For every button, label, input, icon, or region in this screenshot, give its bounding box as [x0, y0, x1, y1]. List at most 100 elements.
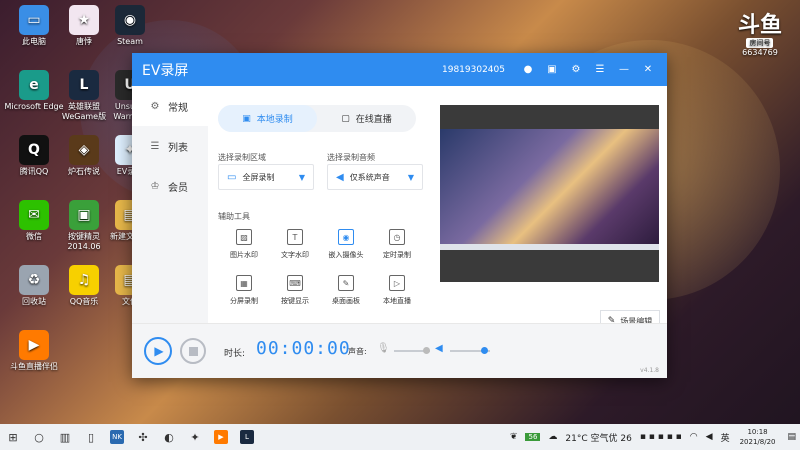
tool-label: 分屏录制 — [230, 297, 258, 305]
tab-label: 本地录制 — [256, 115, 293, 125]
recycle-bin-icon: ♻ — [19, 265, 49, 295]
list-icon: ☰ — [150, 140, 160, 152]
windows-start-icon[interactable]: ⊞ — [0, 424, 26, 450]
tools-label: 辅助工具 — [218, 212, 250, 221]
version-label: v4.1.8 — [640, 367, 659, 374]
mic-volume-slider[interactable] — [394, 347, 431, 354]
chevron-down-icon: ▼ — [407, 172, 414, 182]
taskbar-app-fan[interactable]: ✣ — [130, 424, 156, 450]
tool-split-screen[interactable]: ▦ 分屏录制 — [220, 275, 268, 306]
clock-time: 10:18 — [747, 428, 768, 436]
tool-image-watermark[interactable]: ▨ 图片水印 — [220, 229, 268, 260]
ime-indicator[interactable]: 英 — [721, 431, 730, 444]
douyu-room-label: 房间号 — [746, 38, 774, 48]
battery-badge[interactable]: 56 — [525, 433, 541, 441]
tool-camera[interactable]: ◉ 嵌入摄像头 — [322, 229, 370, 260]
microphone-icon[interactable]: ▯ — [78, 424, 104, 450]
notification-icon[interactable]: ▤ — [787, 432, 796, 442]
search-icon[interactable]: ○ — [26, 424, 52, 450]
main-panel: ▣ 本地录制 ▢ 在线直播 选择录制区域 ▭ 全屏录制 ▼ 选择录制音频 ◀ 仅… — [208, 86, 667, 323]
task-view-icon[interactable]: ▥ — [52, 424, 78, 450]
region-select[interactable]: ▭ 全屏录制 ▼ — [218, 164, 314, 190]
control-bar: ▶ 时长: 00:00:00 声音: 🎙 ◀ v4.1.8 — [132, 323, 667, 378]
tray-apps-icon[interactable]: ▪ ▪ ▪ ▪ ▪ — [640, 432, 682, 442]
douyu-watermark: 斗鱼 房间号 6634769 — [738, 14, 782, 58]
speaker-icon: ◀ — [336, 171, 344, 183]
member-icon[interactable]: ▣ — [543, 61, 561, 79]
sidebar-item-member[interactable]: ♔ 会员 — [132, 166, 208, 206]
tool-label: 桌面画板 — [332, 297, 360, 305]
desktop-icon[interactable]: ▶ 斗鱼直播伴侣 — [4, 330, 64, 372]
tool-label: 定时录制 — [383, 251, 411, 259]
speaker-volume-slider[interactable] — [450, 347, 490, 354]
wifi-icon[interactable]: ◠ — [690, 432, 698, 442]
title-bar[interactable]: EV录屏 19819302405 ● ▣ ⚙ ☰ — ✕ — [132, 53, 667, 86]
leaf-icon[interactable]: ❦ — [510, 432, 518, 442]
douyu-logo: 斗鱼 — [737, 13, 782, 38]
audio-select[interactable]: ◀ 仅系统声音 ▼ — [327, 164, 423, 190]
tab-local-record[interactable]: ▣ 本地录制 — [218, 105, 317, 132]
tool-label: 嵌入摄像头 — [328, 251, 364, 259]
sidebar-item-label: 会员 — [168, 182, 188, 194]
tool-keyboard[interactable]: ⌨ 按键显示 — [271, 275, 319, 306]
stop-record-button[interactable] — [180, 338, 206, 364]
taskbar-app-lol[interactable]: L — [234, 424, 260, 450]
preview-screenshot — [440, 129, 659, 250]
wechat-icon: ✉ — [19, 200, 49, 230]
crown-icon: ♔ — [150, 180, 160, 192]
tool-label: 文字水印 — [281, 251, 309, 259]
tool-text-watermark[interactable]: T 文字水印 — [271, 229, 319, 260]
tab-online-live[interactable]: ▢ 在线直播 — [317, 105, 416, 132]
key-sprite-icon: ▣ — [69, 200, 99, 230]
split-screen-icon: ▦ — [236, 275, 252, 291]
screen-preview — [440, 105, 659, 282]
desktop-icon[interactable]: ◉ Steam — [100, 5, 160, 47]
taskbar-app-edge[interactable]: ◐ — [156, 424, 182, 450]
taskbar-app-douyu[interactable]: ▶ — [208, 424, 234, 450]
duration-label: 时长: — [224, 349, 246, 359]
drawing-board-icon: ✎ — [338, 275, 354, 291]
tool-local-live[interactable]: ▷ 本地直播 — [373, 275, 421, 306]
speaker-icon[interactable]: ◀ — [435, 343, 443, 354]
douyu-companion-icon: ▶ — [19, 330, 49, 360]
sidebar-item-general[interactable]: ⚙ 常规 — [132, 86, 208, 126]
start-record-button[interactable]: ▶ — [144, 337, 172, 365]
hearthstone-icon: ◈ — [69, 135, 99, 165]
monitor-icon: ▭ — [227, 171, 237, 183]
microphone-icon[interactable]: 🎙 — [377, 343, 390, 354]
clock[interactable]: 10:18 2021/8/20 — [740, 427, 776, 447]
record-timer: 00:00:00 — [256, 338, 351, 359]
close-icon[interactable]: ✕ — [639, 61, 657, 79]
slider-knob[interactable] — [481, 347, 488, 354]
system-tray: ❦ 56 ☁ 21°C 空气优 26 ▪ ▪ ▪ ▪ ▪ ◠ ◀ 英 10:18… — [506, 424, 800, 450]
desktop-icon-label: Steam — [117, 37, 143, 46]
taskbar-app-ev-recorder[interactable]: ✦ — [182, 424, 208, 450]
volume-label: 声音: — [348, 347, 367, 356]
cloud-icon[interactable]: ☁ — [548, 432, 557, 442]
douyu-room-number: 6634769 — [742, 48, 778, 57]
tool-timer[interactable]: ◷ 定时录制 — [373, 229, 421, 260]
volume-icon[interactable]: ◀ — [706, 432, 713, 442]
gear-icon[interactable]: ⚙ — [567, 61, 585, 79]
slider-knob[interactable] — [423, 347, 431, 354]
settings-sliders-icon: ⚙ — [150, 100, 160, 112]
sidebar-item-list[interactable]: ☰ 列表 — [132, 126, 208, 166]
user-account[interactable]: 19819302405 — [442, 65, 505, 75]
tool-drawing-board[interactable]: ✎ 桌面画板 — [322, 275, 370, 306]
audio-value: 仅系统声音 — [349, 172, 390, 182]
taskbar: ⊞ ○ ▥ ▯ NK ✣ ◐ ✦ ▶ L ❦ 56 ☁ 21°C 空气优 26 … — [0, 424, 800, 450]
live-icon: ▢ — [341, 113, 350, 124]
edge-icon: e — [19, 70, 49, 100]
desktop-icon-label: 斗鱼直播伴侣 — [10, 362, 58, 371]
menu-icon[interactable]: ☰ — [591, 61, 609, 79]
minimize-icon[interactable]: — — [615, 61, 633, 79]
region-label: 选择录制区域 — [218, 153, 266, 162]
record-icon: ▣ — [242, 113, 251, 124]
taskbar-app-nk[interactable]: NK — [104, 424, 130, 450]
weather-text[interactable]: 21°C 空气优 26 — [565, 431, 631, 444]
sidebar-item-label: 常规 — [168, 102, 188, 114]
tool-label: 图片水印 — [230, 251, 258, 259]
window-title: EV录屏 — [142, 62, 189, 79]
preview-taskbar — [440, 244, 659, 250]
region-value: 全屏录制 — [242, 172, 275, 182]
